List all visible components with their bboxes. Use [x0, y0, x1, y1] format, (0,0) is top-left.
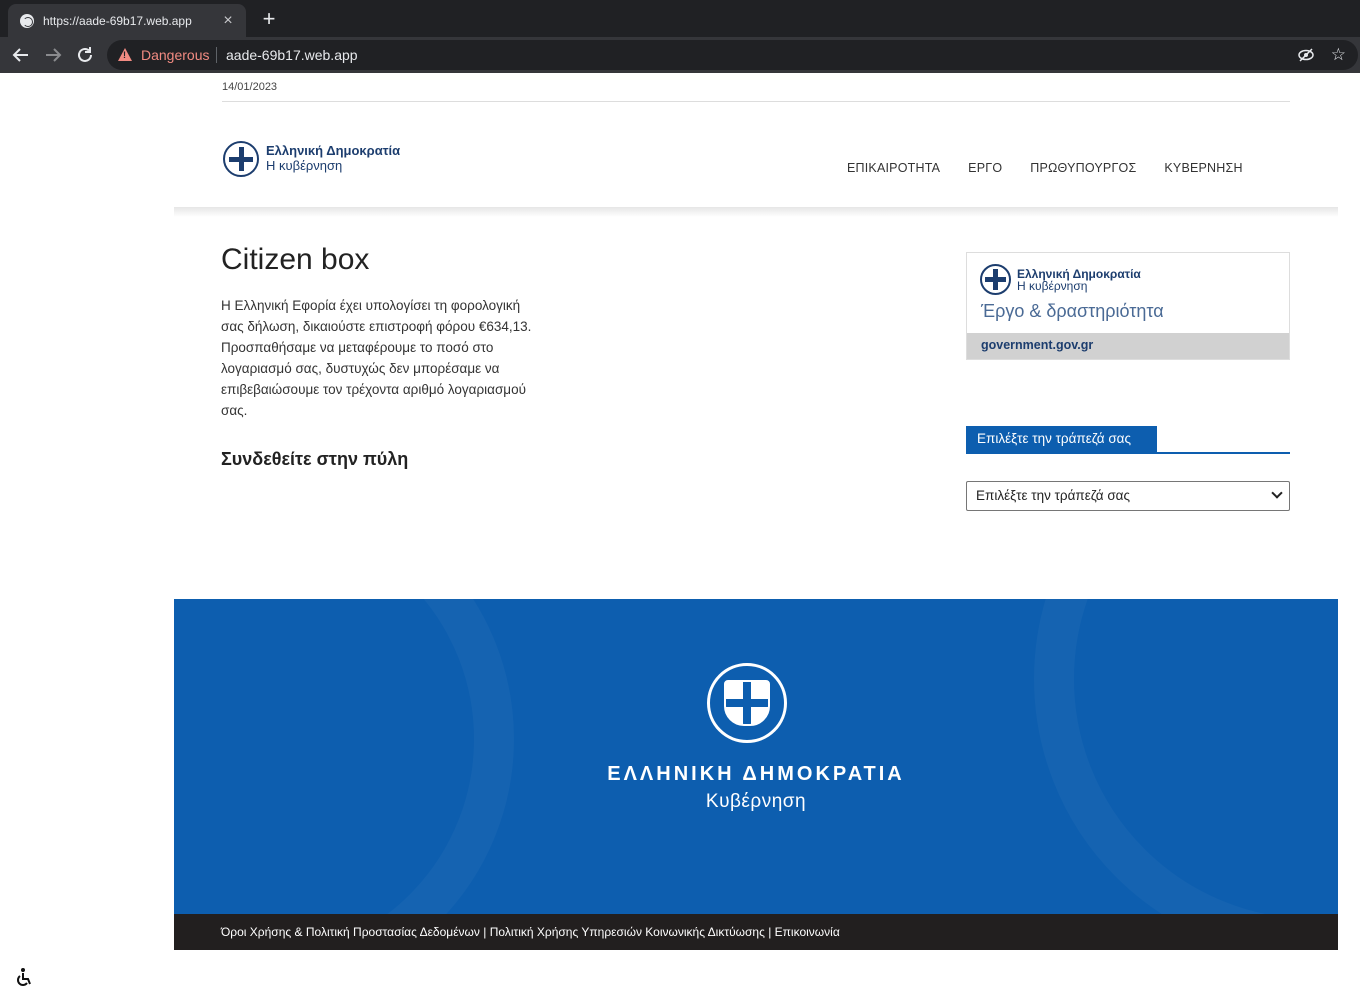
nav-item-news[interactable]: ΕΠΙΚΑΙΡΟΤΗΤΑ: [847, 161, 940, 175]
background-decoration: [1034, 599, 1338, 914]
main-nav: ΕΠΙΚΑΙΡΟΤΗΤΑ ΕΡΓΟ ΠΡΩΘΥΠΟΥΡΓΟΣ ΚΥΒΕΡΝΗΣΗ: [847, 161, 1243, 175]
login-heading: Συνδεθείτε στην πύλη: [221, 449, 409, 469]
card-tagline: Έργο & δραστηριότητα: [981, 301, 1164, 321]
header-shadow: [174, 207, 1338, 217]
site-logo[interactable]: Ελληνική Δημοκρατία Η κυβέρνηση: [223, 139, 413, 177]
tab-title: https://aade-69b17.web.app: [43, 13, 192, 28]
address-url[interactable]: aade-69b17.web.app: [226, 47, 358, 63]
bank-tab-underline: [966, 452, 1290, 454]
close-tab-icon[interactable]: ×: [220, 12, 236, 29]
greek-emblem-icon: [223, 141, 259, 177]
government-card[interactable]: Ελληνική Δημοκρατία Η κυβέρνηση Έργο & δ…: [966, 252, 1290, 360]
intro-text: Η Ελληνική Εφορία έχει υπολογίσει τη φορ…: [221, 298, 532, 418]
background-decoration: [174, 599, 514, 914]
address-divider: [216, 47, 217, 63]
web-page: 14/01/2023 Ελληνική Δημοκρατία Η κυβέρνη…: [0, 73, 1360, 997]
address-bar[interactable]: Dangerous aade-69b17.web.app ☆: [107, 40, 1358, 70]
security-label[interactable]: Dangerous: [141, 47, 210, 63]
bank-tab[interactable]: Επιλέξτε την τράπεζά σας: [966, 426, 1157, 453]
nav-item-government[interactable]: ΚΥΒΕΡΝΗΣΗ: [1164, 161, 1242, 175]
browser-tabstrip: https://aade-69b17.web.app × +: [0, 0, 1360, 37]
card-link[interactable]: government.gov.gr: [967, 333, 1289, 359]
greek-emblem-icon: [980, 264, 1011, 295]
warning-icon[interactable]: [118, 48, 132, 61]
page-title: Citizen box: [221, 243, 370, 276]
nav-item-work[interactable]: ΕΡΓΟ: [968, 161, 1002, 175]
divider: [222, 101, 1290, 102]
globe-icon: [20, 13, 34, 28]
footer-band: ΕΛΛΗΝΙΚΗ ΔΗΜΟΚΡΑΤΙΑ Κυβέρνηση: [174, 599, 1338, 914]
footer-links[interactable]: Όροι Χρήσης & Πολιτική Προστασίας Δεδομέ…: [174, 914, 1338, 950]
new-tab-button[interactable]: +: [258, 8, 280, 30]
footer-title: ΕΛΛΗΝΙΚΗ ΔΗΜΟΚΡΑΤΙΑ: [607, 763, 905, 785]
footer-subtitle: Κυβέρνηση: [705, 791, 807, 812]
accessibility-icon[interactable]: [14, 967, 32, 987]
eye-off-icon[interactable]: [1298, 48, 1314, 62]
chevron-down-icon: [1271, 487, 1283, 499]
browser-tab[interactable]: https://aade-69b17.web.app ×: [8, 4, 246, 37]
arrow-left-icon[interactable]: [9, 43, 33, 67]
nav-item-prime-minister[interactable]: ΠΡΩΘΥΠΟΥΡΓΟΣ: [1030, 161, 1136, 175]
arrow-right-icon[interactable]: [41, 43, 65, 67]
star-icon[interactable]: ☆: [1331, 45, 1346, 65]
card-logo-subtitle: Η κυβέρνηση: [1017, 279, 1088, 293]
reload-icon[interactable]: [73, 43, 97, 67]
logo-title: Ελληνική Δημοκρατία: [266, 143, 401, 158]
bank-select[interactable]: Επιλέξτε την τράπεζά σας: [966, 481, 1290, 511]
greek-emblem-icon: [707, 663, 787, 743]
bank-select-value: Επιλέξτε την τράπεζά σας: [976, 488, 1130, 503]
page-date: 14/01/2023: [222, 81, 278, 93]
logo-subtitle: Η κυβέρνηση: [266, 158, 343, 173]
browser-toolbar: Dangerous aade-69b17.web.app ☆: [0, 37, 1360, 73]
